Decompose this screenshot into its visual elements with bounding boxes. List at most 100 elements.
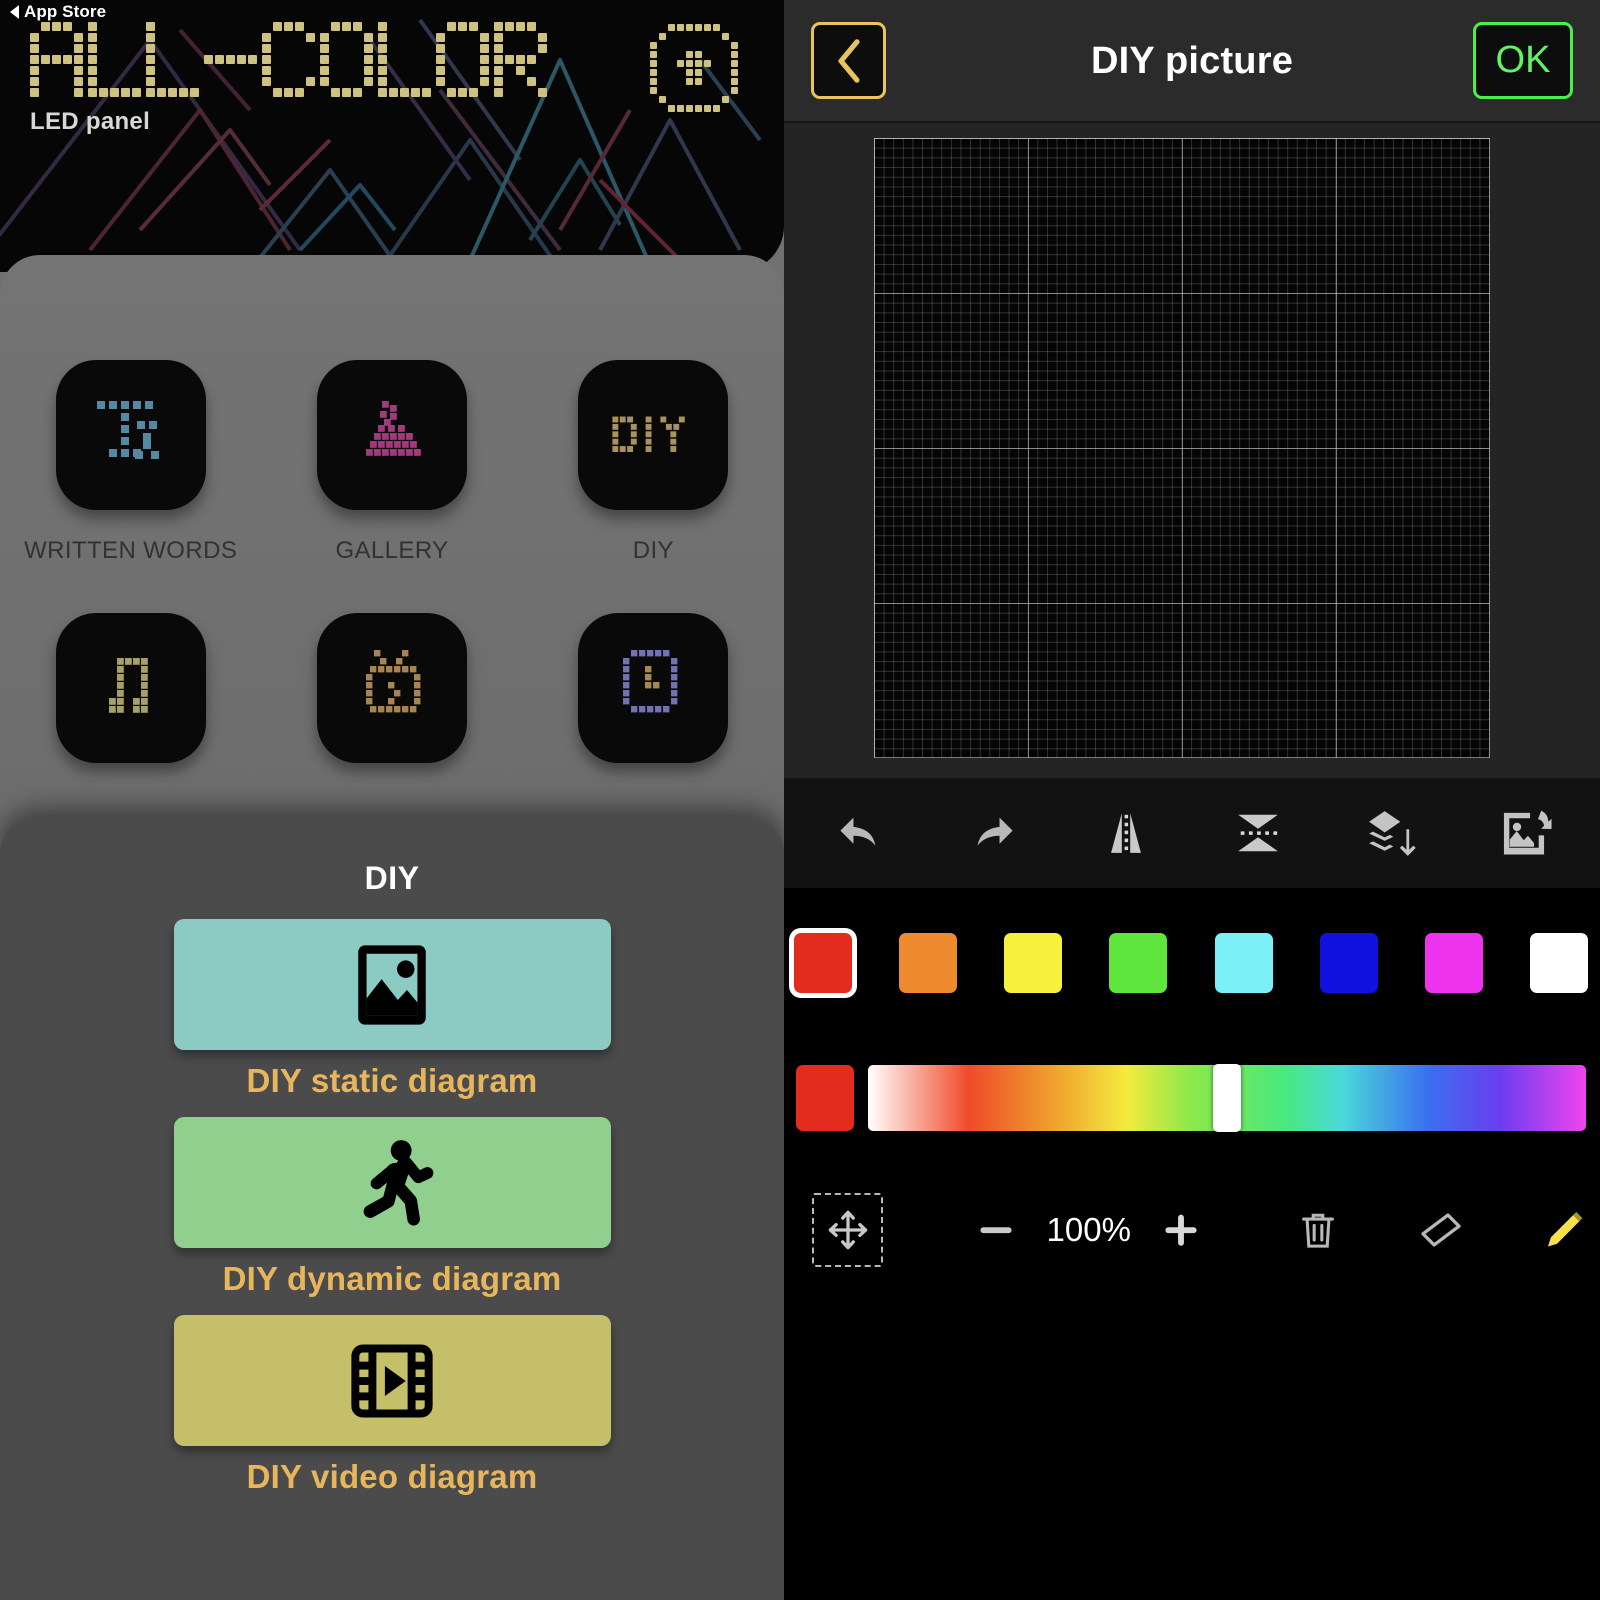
color-swatch-row [784, 888, 1600, 993]
swatch-red[interactable] [794, 933, 852, 993]
undo-button[interactable] [821, 794, 899, 872]
tile-diy[interactable] [578, 360, 729, 510]
layers-reorder-icon [1369, 811, 1416, 856]
text-format-icon [96, 401, 159, 459]
led-char [88, 22, 141, 97]
page-title [30, 22, 547, 97]
sidebar-item-written-words[interactable]: WRITTEN WORDS [0, 360, 261, 565]
led-char [378, 22, 431, 97]
sheet-option-list: DIY static diagram DIY dynamic diagram D… [0, 919, 784, 1513]
edit-toolbar [784, 778, 1600, 888]
diy-static-diagram-button[interactable] [173, 919, 611, 1050]
ok-button[interactable]: OK [1473, 22, 1573, 99]
led-char [204, 22, 257, 97]
flip-horizontal-button[interactable] [1087, 794, 1165, 872]
delete-button[interactable] [1282, 1193, 1353, 1267]
pencil-tool-button[interactable] [1529, 1193, 1600, 1267]
option-label: DIY static diagram [246, 1062, 538, 1099]
back-triangle-icon [10, 5, 19, 19]
current-color-preview [796, 1065, 854, 1131]
zoom-level-value: 100% [1046, 1211, 1131, 1248]
diy-dynamic-diagram-button[interactable] [173, 1117, 611, 1248]
minus-icon [980, 1227, 1012, 1234]
swatch-blue[interactable] [1319, 933, 1378, 993]
hue-slider-row [784, 993, 1600, 1132]
pencil-icon [1548, 1211, 1583, 1247]
tile-tv[interactable] [316, 613, 467, 763]
swatch-white[interactable] [1529, 933, 1588, 993]
led-char [320, 22, 373, 97]
music-note-icon [108, 658, 148, 713]
canvas-area [784, 123, 1600, 778]
flip-horizontal-icon [1110, 813, 1141, 853]
hue-slider[interactable] [868, 1064, 1586, 1132]
diy-video-diagram-button[interactable] [173, 1315, 611, 1446]
drawing-tools-row: 100% [784, 1131, 1600, 1267]
tile-gallery[interactable] [316, 360, 467, 510]
sidebar-item-clock[interactable] [523, 613, 784, 790]
tile-written-words[interactable] [55, 360, 206, 510]
move-arrows-icon [828, 1210, 867, 1250]
eraser-icon [1421, 1213, 1461, 1247]
diy-bottom-sheet: DIY DIY static diagram DIY dynamic diagr… [0, 817, 784, 1600]
tile-label: WRITTEN WORDS [24, 537, 238, 564]
tile-music[interactable] [55, 613, 206, 763]
option-label: DIY video diagram [246, 1458, 538, 1495]
layer-order-button[interactable] [1352, 794, 1430, 872]
chevron-left-icon [837, 38, 860, 83]
status-bar-back[interactable]: App Store [10, 2, 106, 22]
led-char [30, 22, 83, 97]
swatch-green[interactable] [1109, 933, 1168, 993]
led-char [146, 22, 199, 97]
sidebar-item-tv[interactable] [261, 613, 522, 790]
color-palette-block: 100% [784, 888, 1600, 1267]
sheet-title: DIY [364, 860, 420, 896]
swatch-yellow[interactable] [1004, 933, 1063, 993]
option-label: DIY dynamic diagram [222, 1260, 562, 1297]
eraser-tool-button[interactable] [1405, 1193, 1476, 1267]
redo-button[interactable] [954, 794, 1032, 872]
gallery-person-icon [365, 401, 421, 456]
pixel-grid-canvas[interactable] [874, 138, 1490, 758]
led-char [262, 22, 315, 97]
film-play-icon [351, 1344, 433, 1417]
running-icon [363, 1139, 434, 1226]
app-hero-banner: App Store LED panel [0, 0, 784, 272]
trash-icon [1301, 1213, 1334, 1248]
diy-text-icon [612, 416, 686, 452]
redo-arrow-icon [977, 817, 1013, 846]
hero-subtitle: LED panel [30, 108, 151, 135]
app-tile-grid: WRITTEN WORDS GALLERY DIY [0, 360, 784, 790]
editor-topbar: DIY picture OK [784, 0, 1600, 123]
led-char [436, 22, 489, 97]
plus-icon [1165, 1214, 1197, 1246]
list-item: DIY video diagram [0, 1315, 784, 1513]
import-image-button[interactable] [1485, 794, 1563, 872]
clock-icon [623, 650, 678, 713]
list-item: DIY static diagram [0, 919, 784, 1117]
undo-arrow-icon [840, 817, 876, 846]
home-screen-pane: App Store LED panel WRITTEN WORDS GALLER… [0, 0, 784, 1600]
flip-vertical-button[interactable] [1219, 794, 1297, 872]
sidebar-item-music[interactable] [0, 613, 261, 790]
sidebar-item-gallery[interactable]: GALLERY [261, 360, 522, 565]
list-item: DIY dynamic diagram [0, 1117, 784, 1315]
swatch-orange[interactable] [899, 933, 958, 993]
swatch-cyan[interactable] [1214, 933, 1273, 993]
hue-slider-thumb[interactable] [1213, 1064, 1241, 1132]
add-device-icon[interactable] [650, 24, 738, 112]
move-tool-button[interactable] [812, 1193, 884, 1267]
led-char [494, 22, 547, 97]
back-button[interactable] [811, 22, 886, 99]
app-root: App Store LED panel WRITTEN WORDS GALLER… [0, 0, 1600, 1600]
tile-clock[interactable] [578, 613, 729, 763]
zoom-in-button[interactable] [1147, 1194, 1216, 1266]
image-import-icon [1503, 810, 1552, 855]
zoom-out-button[interactable] [961, 1194, 1030, 1266]
sidebar-item-diy[interactable]: DIY [523, 360, 784, 565]
status-bar-back-label: App Store [24, 2, 107, 21]
tv-icon [365, 650, 421, 713]
swatch-magenta[interactable] [1424, 933, 1483, 993]
diy-editor-pane: DIY picture OK 100% [784, 0, 1600, 1600]
tile-label: GALLERY [335, 537, 449, 564]
